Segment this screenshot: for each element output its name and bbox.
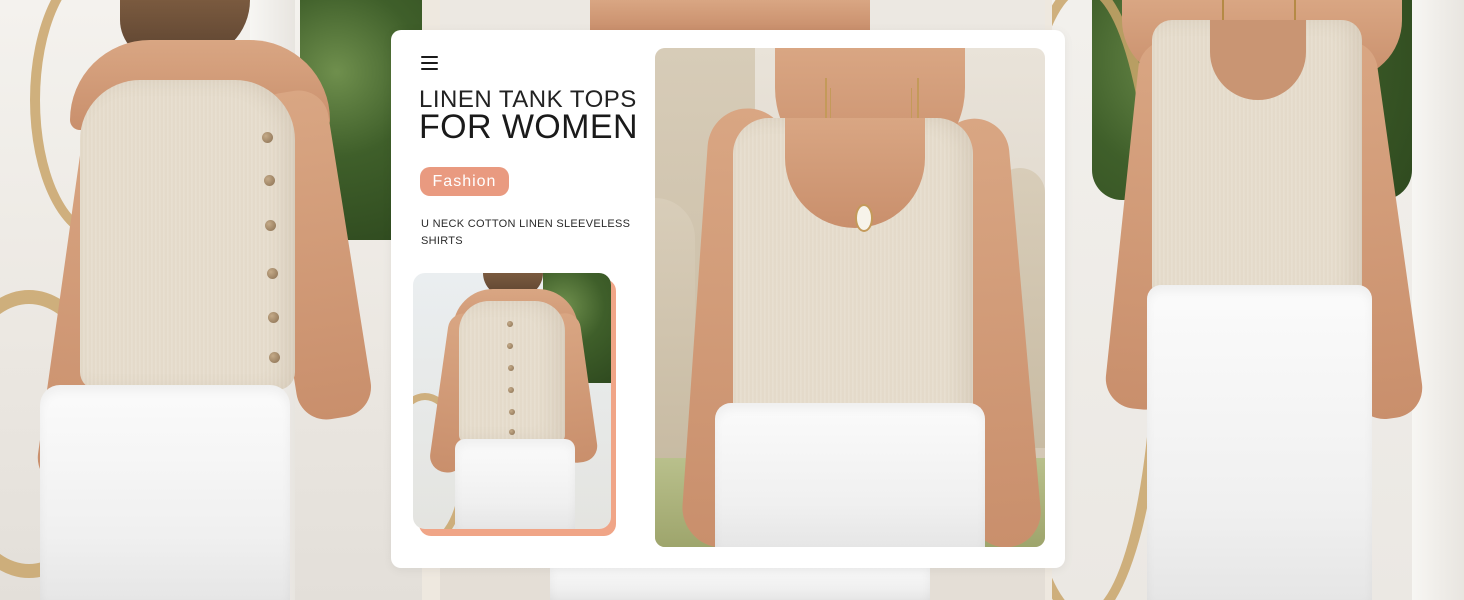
left-background-photo bbox=[0, 0, 422, 600]
hamburger-menu-icon[interactable] bbox=[421, 56, 438, 70]
thumbnail-photo-container bbox=[413, 273, 616, 536]
product-subtitle: U NECK COTTON LINEN SLEEVELESS SHIRTS bbox=[421, 218, 631, 247]
fashion-tag-button[interactable]: Fashion bbox=[420, 167, 509, 196]
thumbnail-back-view-photo[interactable] bbox=[413, 273, 611, 529]
right-background-photo bbox=[1052, 0, 1464, 600]
product-card: LINEN TANK TOPS FOR WOMEN Fashion U NECK… bbox=[391, 30, 1065, 568]
page-title-secondary: FOR WOMEN bbox=[419, 108, 638, 146]
hero-front-view-photo[interactable] bbox=[655, 48, 1045, 547]
